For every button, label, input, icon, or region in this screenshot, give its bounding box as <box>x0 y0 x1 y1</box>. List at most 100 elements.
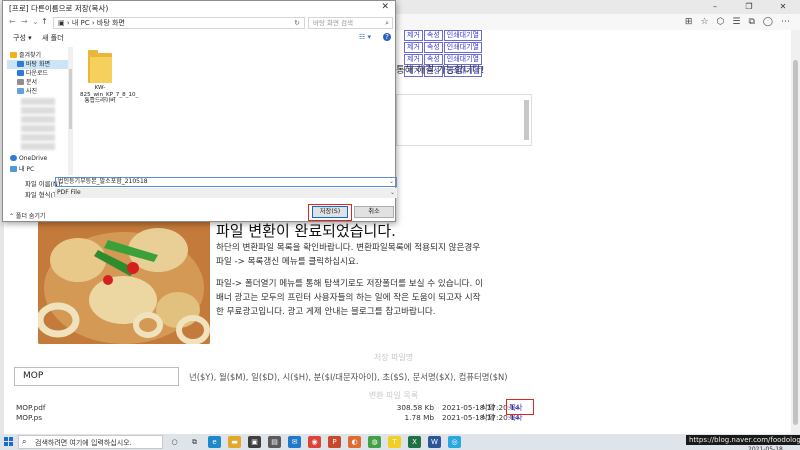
delete-link[interactable]: 삭제 <box>481 413 494 423</box>
nav-item-documents[interactable]: 문서 <box>7 78 73 87</box>
save-name-label: 저장 파일명 <box>373 353 414 362</box>
recent-dropdown-icon[interactable]: ⌄ <box>32 17 39 26</box>
collections-icon[interactable]: ⧉ <box>748 17 754 27</box>
nav-item-downloads[interactable]: 다운로드 <box>7 69 73 78</box>
taskbar-search-input[interactable]: ⌕ 검색하려면 여기에 입력하십시오. <box>18 435 163 449</box>
nav-item-onedrive[interactable]: OneDrive <box>7 154 73 163</box>
filename-input[interactable]: MOP <box>14 367 179 386</box>
hide-folders-button[interactable]: ⌃ 폴더 숨기기 <box>9 211 45 220</box>
log-textbox[interactable] <box>396 94 532 146</box>
computer-icon <box>10 166 17 172</box>
folder-item[interactable]: KW-825_win_KP_7_8_10_통합드라이버 <box>80 47 139 105</box>
dialog-titlebar: [프로] 다른이름으로 저장(복사) ✕ <box>3 1 395 15</box>
blurred-item <box>21 116 55 123</box>
help-icon[interactable]: ? <box>383 33 391 41</box>
extensions-icon[interactable]: ⬡ <box>717 17 725 27</box>
nav-item-this-pc[interactable]: 내 PC <box>7 165 73 174</box>
folder-icon <box>88 49 112 83</box>
scrollbar-thumb[interactable] <box>793 60 798 425</box>
cancel-button[interactable]: 취소 <box>354 206 394 218</box>
page-scrollbar[interactable] <box>791 30 800 434</box>
banner-image[interactable] <box>38 210 210 344</box>
message-line: 파일 -> 목록갱신 메뉴를 클릭하십시요. <box>216 257 359 267</box>
dialog-filename-input[interactable]: 법인등기부등본_말소포함_210518 ⌄ <box>55 177 397 187</box>
nav-label: 바탕 화면 <box>26 61 50 68</box>
navigation-pane: 즐겨찾기 바탕 화면 다운로드 문서 사진 OneDrive 내 PC <box>7 47 73 175</box>
remove-button[interactable]: 제거 <box>404 30 423 41</box>
nav-label: 사진 <box>26 88 38 95</box>
chat-icon[interactable]: ◍ <box>368 436 381 448</box>
file-name[interactable]: MOP.ps <box>16 413 42 422</box>
window-controls: – ❐ ✕ <box>698 0 800 14</box>
delete-link[interactable]: 삭제 <box>481 403 494 413</box>
store-icon[interactable]: ▣ <box>248 436 261 448</box>
blurred-item <box>21 143 55 150</box>
mail-icon[interactable]: ✉ <box>288 436 301 448</box>
edge-icon[interactable]: e <box>208 436 221 448</box>
excel-icon[interactable]: X <box>408 436 421 448</box>
powerpoint-icon[interactable]: P <box>328 436 341 448</box>
maximize-icon[interactable]: ❐ <box>732 0 766 14</box>
address-bar[interactable]: ▣ › 내 PC › 바탕 화면 <box>53 17 305 29</box>
address-row: ← → ⌄ ↑ ▣ › 내 PC › 바탕 화면 ↻ 바탕 화면 검색 ⌕ <box>3 15 397 31</box>
filename-hint: 년($Y), 월($M), 일($D), 시($H), 분($I/대문자아이),… <box>189 372 508 382</box>
nav-label: 다운로드 <box>26 70 49 77</box>
cortana-icon[interactable]: ○ <box>168 436 181 448</box>
nav-item-desktop[interactable]: 바탕 화면 <box>7 60 73 69</box>
organize-button[interactable]: 구성 ▾ <box>13 33 32 43</box>
print-queue-button[interactable]: 인쇄대기열 <box>443 42 482 53</box>
chevron-down-icon[interactable]: ⌄ <box>389 178 394 186</box>
table-row: 제거 속성 인쇄대기열 <box>404 42 524 53</box>
picture-icon <box>17 88 24 94</box>
save-button[interactable]: 저장(S) <box>312 206 348 218</box>
favorites-list-icon[interactable]: ☰ <box>732 17 740 27</box>
task-view-icon[interactable]: ⧉ <box>188 436 201 448</box>
folder-search-input[interactable]: 바탕 화면 검색 ⌕ <box>308 17 393 29</box>
reader-icon[interactable]: ⊞ <box>685 17 693 27</box>
folder-label: KW-825_win_KP_7_8_10_통합드라이버 <box>80 85 139 104</box>
properties-button[interactable]: 속성 <box>423 42 443 53</box>
nav-item-quick-access[interactable]: 즐겨찾기 <box>7 51 73 60</box>
app3-icon[interactable]: ◎ <box>448 436 461 448</box>
profile-icon[interactable]: ◯ <box>763 17 773 27</box>
close-icon[interactable]: ✕ <box>381 2 389 12</box>
nav-scrollbar[interactable] <box>68 47 73 175</box>
chrome-icon[interactable]: ◉ <box>308 436 321 448</box>
table-row: 제거 속성 인쇄대기열 <box>404 30 524 41</box>
chevron-down-icon[interactable]: ⌄ <box>390 188 395 198</box>
close-icon[interactable]: ✕ <box>766 0 800 14</box>
new-folder-button[interactable]: 새 폴더 <box>42 33 64 43</box>
minimize-icon[interactable]: – <box>698 0 732 14</box>
app-icon[interactable]: ▤ <box>268 436 281 448</box>
print-queue-button[interactable]: 인쇄대기열 <box>443 30 482 41</box>
properties-button[interactable]: 속성 <box>423 30 443 41</box>
clock-date[interactable]: 2021-05-18 <box>748 446 783 450</box>
document-icon <box>17 79 24 85</box>
dialog-title: [프로] 다른이름으로 저장(복사) <box>9 4 109 13</box>
taskbar-apps: ○ ⧉ e ▬ ▣ ▤ ✉ ◉ P ◐ ◍ T X W ◎ <box>168 436 461 448</box>
forward-icon[interactable]: → <box>21 17 28 26</box>
nav-scrollbar-thumb[interactable] <box>69 69 72 129</box>
message-line: 파일-> 폴더열기 메뉴를 통해 탐색기로도 저장폴더를 보실 수 있습니다. … <box>216 279 483 289</box>
nav-item-pictures[interactable]: 사진 <box>7 87 73 96</box>
file-list-area[interactable]: KW-825_win_KP_7_8_10_통합드라이버 <box>75 47 395 175</box>
download-icon <box>17 70 24 76</box>
kakaotalk-icon[interactable]: T <box>388 436 401 448</box>
app2-icon[interactable]: ◐ <box>348 436 361 448</box>
refresh-icon[interactable]: ↻ <box>294 19 300 27</box>
file-size: 1.78 Mb <box>404 413 435 422</box>
taskbar: ⌕ 검색하려면 여기에 입력하십시오. ○ ⧉ e ▬ ▣ ▤ ✉ ◉ P ◐ ◍ T X W ◎ http… <box>0 434 800 450</box>
windows-start-icon[interactable] <box>4 437 14 447</box>
remove-button[interactable]: 제거 <box>404 42 423 53</box>
notice-text: 통해 해결 가능합니다! <box>396 65 485 76</box>
back-icon[interactable]: ← <box>9 17 16 26</box>
word-icon[interactable]: W <box>428 436 441 448</box>
file-name[interactable]: MOP.pdf <box>16 403 45 412</box>
filetype-select[interactable]: PDF File ⌄ <box>55 188 397 198</box>
view-options-icon[interactable]: ☷ ▾ <box>359 33 371 41</box>
explorer-icon[interactable]: ▬ <box>228 436 241 448</box>
more-icon[interactable]: ⋯ <box>781 17 790 27</box>
up-icon[interactable]: ↑ <box>41 17 48 26</box>
textbox-scrollbar[interactable] <box>524 100 529 140</box>
favorite-icon[interactable]: ☆ <box>700 17 708 27</box>
